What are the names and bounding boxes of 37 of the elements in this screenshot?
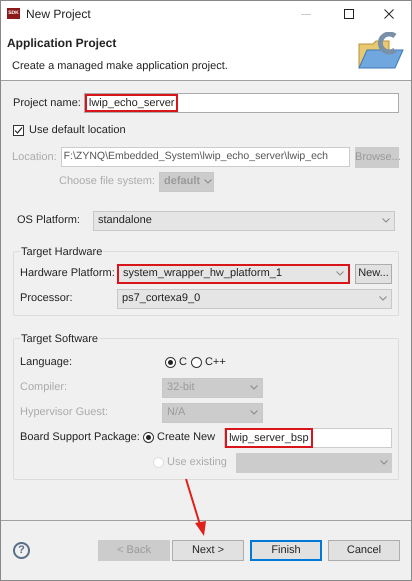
maximize-icon [344,8,354,18]
radio-button[interactable]: C++ [190,354,226,371]
chevron-icon [250,410,258,415]
close-icon [384,8,394,18]
field-label: Board Support Package: [20,430,141,446]
radio-button[interactable]: Create New [143,429,216,446]
dialog-button[interactable]: Cancel [328,540,400,561]
dropdown[interactable]: ps7_cortexa9_0 [117,288,392,308]
field-label: Language: [20,355,73,370]
page-title: Application Project [7,35,118,52]
dropdown[interactable]: system_wrapper_hw_platform_1 [117,264,350,284]
field-label: Hardware Platform: [20,266,116,282]
field-label: Hypervisor Guest: [20,405,110,420]
chevron-icon [379,296,387,301]
field-label: Project name: [13,96,81,111]
text-field[interactable]: lwip_server_bsp [224,428,392,448]
chevron-icon [204,179,212,184]
radio-button[interactable]: C [165,354,187,371]
checkbox[interactable]: Use default location [13,122,126,138]
field-label: Location: [12,150,57,165]
field-label: OS Platform: [17,213,81,228]
field-label: Choose file system: [59,174,155,190]
page-description: Create a managed make application project. [11,59,229,74]
dropdown[interactable]: standalone [93,210,395,230]
new-button[interactable]: New... [355,264,392,284]
field-label: Compiler: [20,380,68,396]
chevron-icon [336,271,344,276]
chevron-icon [382,218,390,223]
check-icon [14,126,23,135]
help-button[interactable]: ? [13,542,30,559]
text-field[interactable]: lwip_echo_server [84,93,399,113]
window-title: New Project [26,6,91,22]
chevron-icon [250,385,258,390]
field-label: Processor: [20,291,74,306]
dialog-button[interactable]: Finish [250,540,322,561]
dialog-button[interactable]: Next > [172,540,244,561]
chevron-icon [380,460,388,465]
